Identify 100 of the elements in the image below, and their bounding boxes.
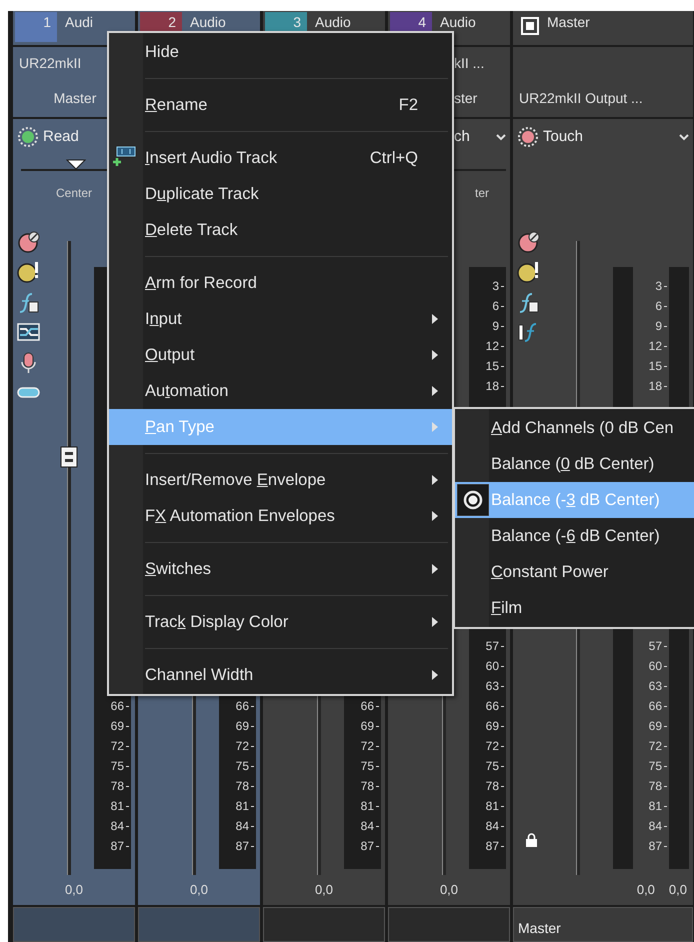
scale-label: 81 — [344, 796, 381, 816]
scale-label: 12 — [633, 336, 669, 356]
track-name: Audio — [190, 13, 226, 30]
scale-label: 6 — [633, 296, 669, 316]
menu-item[interactable]: Channel Width — [109, 657, 452, 693]
scale-label: 84 — [633, 816, 669, 836]
menu-item[interactable]: Insert Audio Track Ctrl+Q — [109, 140, 452, 176]
track-name: Master — [547, 13, 590, 30]
track-name-field[interactable] — [263, 907, 385, 942]
mute-button[interactable] — [17, 231, 40, 254]
scale-label: 87 — [344, 836, 381, 856]
scale-label: 69 — [94, 716, 131, 736]
scale-label: 9 — [469, 316, 506, 336]
menu-item[interactable]: Balance (-6 dB Center) — [455, 518, 694, 554]
scale-label: 3 — [469, 276, 506, 296]
solo-button[interactable] — [17, 261, 40, 284]
scale-label: 78 — [344, 776, 381, 796]
submenu-arrow-icon — [432, 422, 438, 432]
automation-label[interactable]: ch — [454, 126, 470, 148]
fader-thumb[interactable] — [60, 446, 78, 468]
track-name-field[interactable] — [13, 907, 135, 942]
submenu-arrow-icon — [432, 617, 438, 627]
menu-item[interactable]: Output — [109, 337, 452, 373]
output-label[interactable]: UR22mkII Output ... — [519, 88, 689, 109]
submenu-arrow-icon — [432, 314, 438, 324]
scale-label: 66 — [344, 696, 381, 716]
automation-label[interactable]: Read — [43, 126, 79, 148]
scale-label: 60 — [633, 656, 669, 676]
level-value: 0,0 — [636, 881, 655, 900]
pan-slider-thumb[interactable] — [66, 159, 86, 170]
track-header[interactable]: Master — [513, 11, 693, 45]
fx-button[interactable] — [517, 291, 540, 314]
scale-label: 84 — [94, 816, 131, 836]
scale-label: 57 — [633, 636, 669, 656]
scale-label: 75 — [94, 756, 131, 776]
add-track-icon — [113, 146, 136, 167]
scale-label: 9 — [633, 316, 669, 336]
scale-label: 72 — [633, 736, 669, 756]
scale-label: 66 — [633, 696, 669, 716]
track-name-field[interactable] — [138, 907, 260, 942]
scale-label: 78 — [633, 776, 669, 796]
mute-button[interactable] — [517, 231, 540, 254]
level-value: 0,0 — [314, 881, 334, 900]
scale-label: 72 — [94, 736, 131, 756]
output-label[interactable]: ster — [454, 88, 506, 109]
eq-button[interactable] — [17, 321, 40, 344]
menu-item[interactable]: Insert/Remove Envelope — [109, 462, 452, 498]
scale-label: 57 — [469, 636, 506, 656]
scale-label: 87 — [469, 836, 506, 856]
scale-label: 69 — [469, 716, 506, 736]
scale-label: 6 — [469, 296, 506, 316]
track-name: Audio — [440, 13, 476, 30]
scale-label: 87 — [219, 836, 256, 856]
scale-label: 78 — [94, 776, 131, 796]
track-name-field[interactable] — [388, 907, 510, 942]
scale-label: 78 — [469, 776, 506, 796]
menu-item[interactable]: Switches — [109, 551, 452, 587]
scale-label: 81 — [94, 796, 131, 816]
dropdown-caret-icon[interactable] — [496, 134, 506, 140]
menu-item[interactable]: Arm for Record — [109, 265, 452, 301]
scale-label: 84 — [219, 816, 256, 836]
track-number: 1 — [15, 12, 57, 42]
menu-item[interactable]: Rename F2 — [109, 87, 452, 123]
scale-label: 69 — [219, 716, 256, 736]
scale-label: 63 — [469, 676, 506, 696]
scale-label: 81 — [219, 796, 256, 816]
menu-item[interactable]: FX Automation Envelopes — [109, 498, 452, 534]
level-value: 0,0 — [190, 881, 208, 900]
input-label[interactable]: kII ... — [454, 53, 506, 74]
track-header[interactable]: 1 Audi — [13, 11, 135, 45]
scale-label: 60 — [469, 656, 506, 676]
menu-item[interactable]: Add Channels (0 dB Cen — [455, 410, 694, 446]
menu-item[interactable]: Automation — [109, 373, 452, 409]
scale-label: 63 — [633, 676, 669, 696]
scale-label: 84 — [469, 816, 506, 836]
level-value: 0,0 — [668, 881, 687, 900]
scale-label: 66 — [94, 696, 131, 716]
menu-item[interactable]: Film — [455, 590, 694, 626]
scale-label: 15 — [469, 356, 506, 376]
scale-label: 75 — [469, 756, 506, 776]
track-name-field[interactable]: Master — [513, 907, 693, 942]
automation-mode-icon — [17, 126, 39, 148]
fx-button[interactable] — [17, 291, 40, 314]
menu-item[interactable]: Track Display Color — [109, 604, 452, 640]
menu-item[interactable]: Delete Track — [109, 212, 452, 248]
scale-label: 15 — [633, 356, 669, 376]
submenu-arrow-icon — [432, 386, 438, 396]
scale-label: 72 — [219, 736, 256, 756]
scale-label: 75 — [633, 756, 669, 776]
automation-mode-icon — [517, 126, 539, 148]
submenu-arrow-icon — [432, 475, 438, 485]
menu-item[interactable]: Constant Power — [455, 554, 694, 590]
menu-item[interactable]: Input — [109, 301, 452, 337]
track-name: Audi — [65, 13, 94, 30]
pan-label: Center — [54, 185, 94, 202]
automation-label[interactable]: Touch — [543, 126, 584, 148]
solo-button[interactable] — [517, 261, 540, 284]
menu-item[interactable]: Balance (0 dB Center) — [455, 446, 694, 482]
menu-item[interactable]: Duplicate Track — [109, 176, 452, 212]
dropdown-caret-icon[interactable] — [679, 134, 689, 140]
